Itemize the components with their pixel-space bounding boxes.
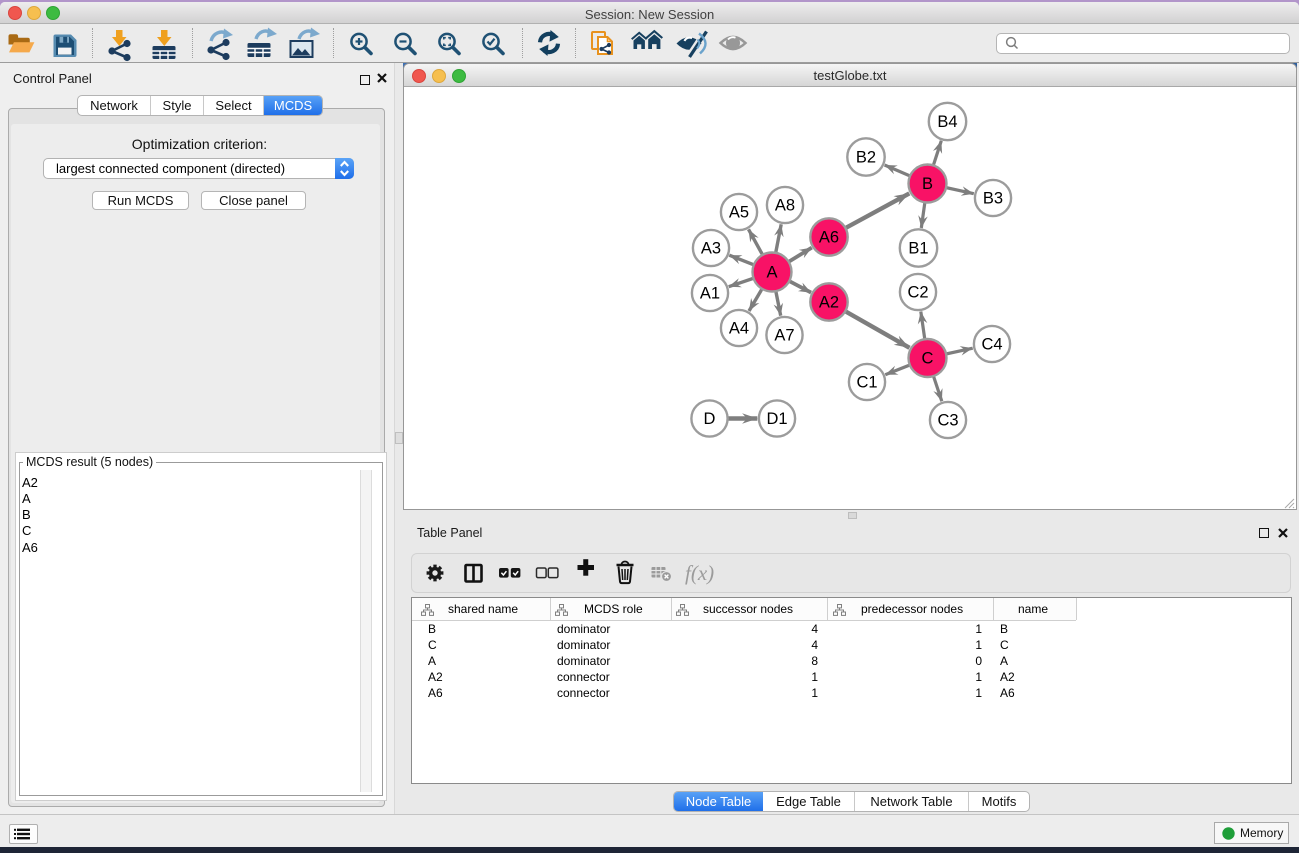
svg-text:A4: A4 xyxy=(729,320,749,338)
svg-text:A1: A1 xyxy=(700,285,720,303)
svg-text:C1: C1 xyxy=(856,374,877,392)
svg-text:A2: A2 xyxy=(819,294,839,312)
svg-text:A6: A6 xyxy=(819,229,839,247)
svg-text:A7: A7 xyxy=(774,327,794,345)
svg-text:A: A xyxy=(766,264,777,282)
svg-text:B3: B3 xyxy=(983,190,1003,208)
svg-text:C3: C3 xyxy=(937,412,958,430)
svg-text:B2: B2 xyxy=(856,149,876,167)
svg-text:A8: A8 xyxy=(775,197,795,215)
svg-text:A5: A5 xyxy=(729,204,749,222)
svg-text:B1: B1 xyxy=(908,240,928,258)
svg-text:B4: B4 xyxy=(937,113,957,131)
svg-text:D1: D1 xyxy=(766,410,787,428)
svg-text:C4: C4 xyxy=(981,336,1002,354)
svg-text:A3: A3 xyxy=(701,240,721,258)
svg-text:D: D xyxy=(704,410,716,428)
svg-text:B: B xyxy=(922,175,933,193)
svg-text:C2: C2 xyxy=(907,284,928,302)
svg-text:C: C xyxy=(922,350,934,368)
svg-text:f(x): f(x) xyxy=(685,561,714,585)
